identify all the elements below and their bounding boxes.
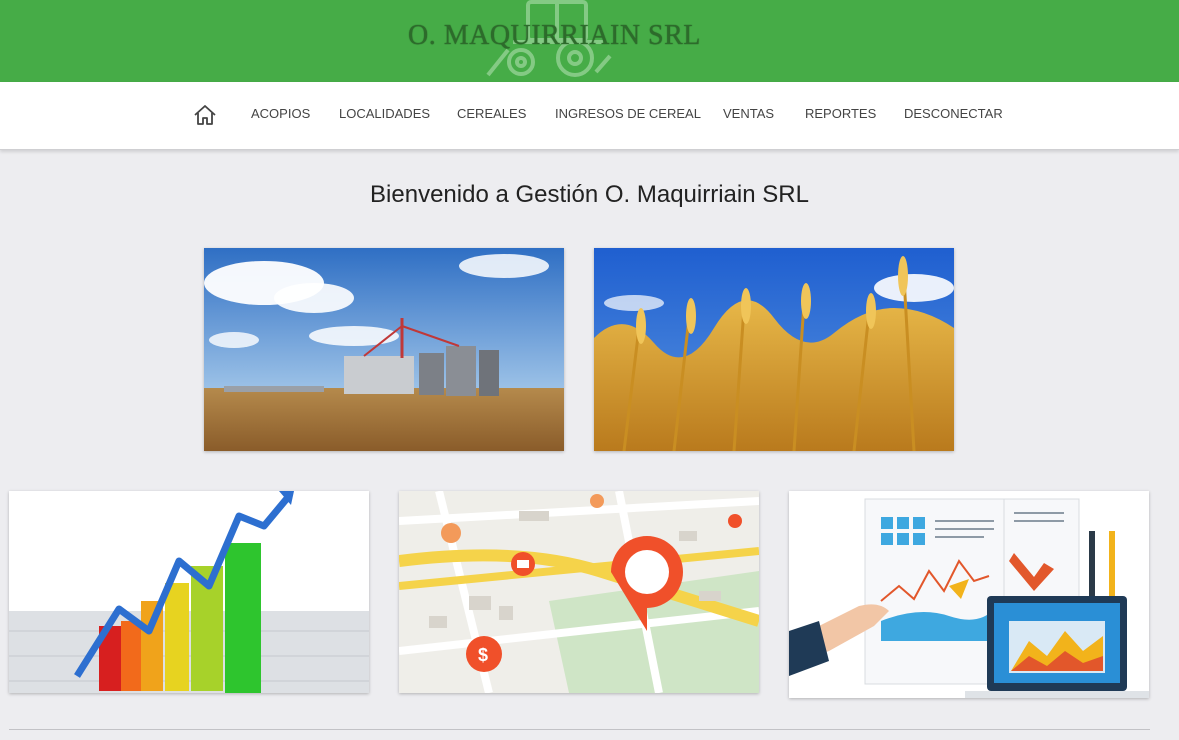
- nav-item-ingresos-de-cereal[interactable]: INGRESOS DE CEREAL: [555, 106, 701, 121]
- reports-analytics-image: [789, 491, 1149, 698]
- grain-silos-photo: [204, 248, 564, 451]
- welcome-heading: Bienvenido a Gestión O. Maquirriain SRL: [370, 181, 809, 208]
- footer-divider: [9, 729, 1150, 730]
- growth-bar-chart-image: [9, 491, 369, 693]
- nav-item-acopios[interactable]: ACOPIOS: [251, 106, 310, 121]
- tile-acopios[interactable]: [204, 248, 564, 451]
- tile-ventas[interactable]: [9, 491, 369, 693]
- nav-item-localidades[interactable]: LOCALIDADES: [339, 106, 430, 121]
- nav-item-desconectar[interactable]: DESCONECTAR: [904, 106, 1003, 121]
- tile-reportes[interactable]: [789, 491, 1149, 698]
- nav-item-reportes[interactable]: REPORTES: [805, 106, 876, 121]
- tile-cereales[interactable]: [594, 248, 954, 451]
- main-nav: ACOPIOS LOCALIDADES CEREALES INGRESOS DE…: [0, 82, 1179, 150]
- header-banner: O. MAQUIRRIAIN SRL: [0, 0, 1179, 82]
- wheat-field-photo: [594, 248, 954, 451]
- nav-item-ventas[interactable]: VENTAS: [723, 106, 774, 121]
- svg-text:$: $: [478, 645, 488, 665]
- nav-item-cereales[interactable]: CEREALES: [457, 106, 526, 121]
- home-icon[interactable]: [193, 104, 217, 126]
- city-map-pins-image: $: [399, 491, 759, 693]
- tile-localidades[interactable]: $: [399, 491, 759, 693]
- brand-title: O. MAQUIRRIAIN SRL: [408, 20, 701, 51]
